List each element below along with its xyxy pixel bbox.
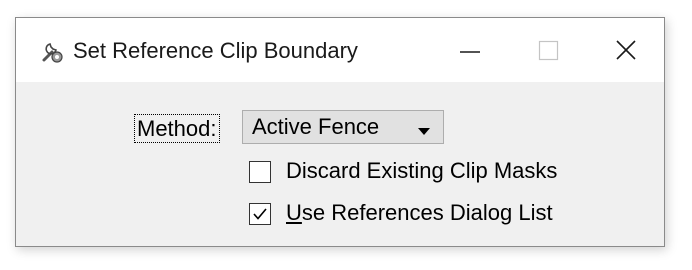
use-references-dialog-list-checkbox[interactable] [249,203,271,225]
method-dropdown-value: Active Fence [252,114,380,139]
method-label: Method: [134,114,220,143]
set-reference-clip-boundary-dialog: Set Reference Clip Boundary Method: Acti… [15,17,665,247]
wrench-gear-icon [40,40,64,64]
method-dropdown[interactable]: Active Fence [242,110,444,144]
minimize-button[interactable] [434,18,506,82]
discard-existing-clip-masks-checkbox[interactable] [249,161,271,183]
dropdown-arrow-icon [418,123,430,141]
close-button[interactable] [590,18,662,82]
maximize-button[interactable] [512,18,584,82]
discard-existing-clip-masks-label: Discard Existing Clip Masks [286,158,558,183]
window-title: Set Reference Clip Boundary [73,38,358,63]
use-references-dialog-list-label: Use References Dialog List [286,200,553,225]
title-bar[interactable]: Set Reference Clip Boundary [16,18,664,82]
